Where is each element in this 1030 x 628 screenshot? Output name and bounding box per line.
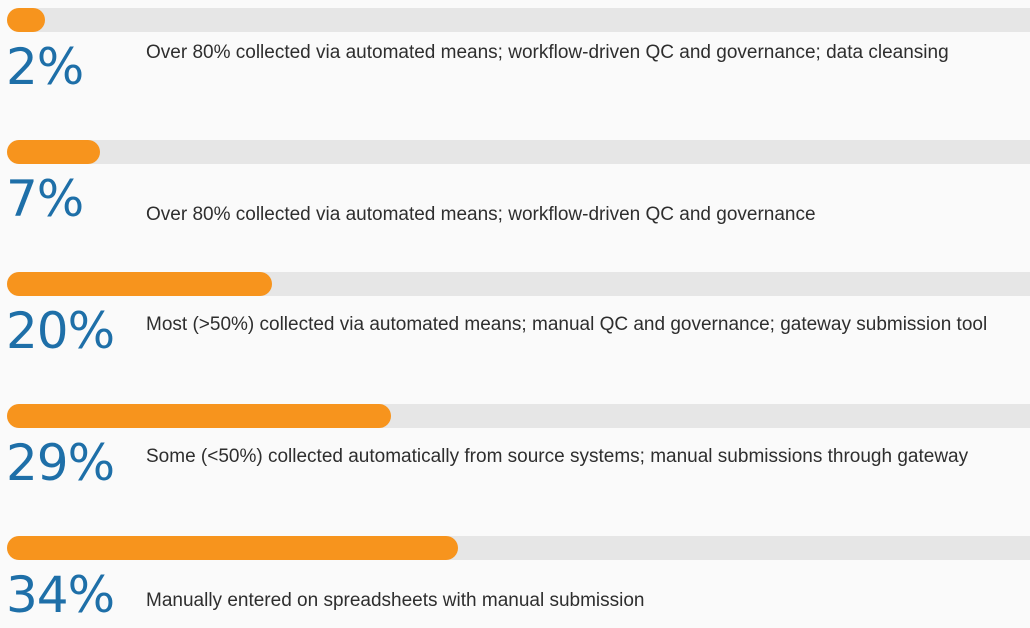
bar-fill [7,272,272,296]
percent-label: 20% [6,302,115,360]
percent-label: 7% [6,170,84,228]
bar-track [7,272,1030,296]
bar-fill [7,8,45,32]
bar-fill [7,140,100,164]
percent-label: 2% [6,38,84,96]
description-label: Some (<50%) collected automatically from… [146,446,969,467]
percent-label: 34% [6,566,115,624]
bar-track [7,140,1030,164]
bar-fill [7,536,458,560]
bar-track [7,404,1030,428]
description-label: Over 80% collected via automated means; … [146,204,816,225]
description-label: Over 80% collected via automated means; … [146,42,949,63]
bar-chart: 2% Over 80% collected via automated means… [0,0,1030,628]
description-label: Most (>50%) collected via automated mean… [146,314,988,335]
bar-track [7,536,1030,560]
bar-track [7,8,1030,32]
bar-row: 34% [0,536,1030,626]
percent-label: 29% [6,434,115,492]
bar-fill [7,404,391,428]
description-label: Manually entered on spreadsheets with ma… [146,590,645,611]
